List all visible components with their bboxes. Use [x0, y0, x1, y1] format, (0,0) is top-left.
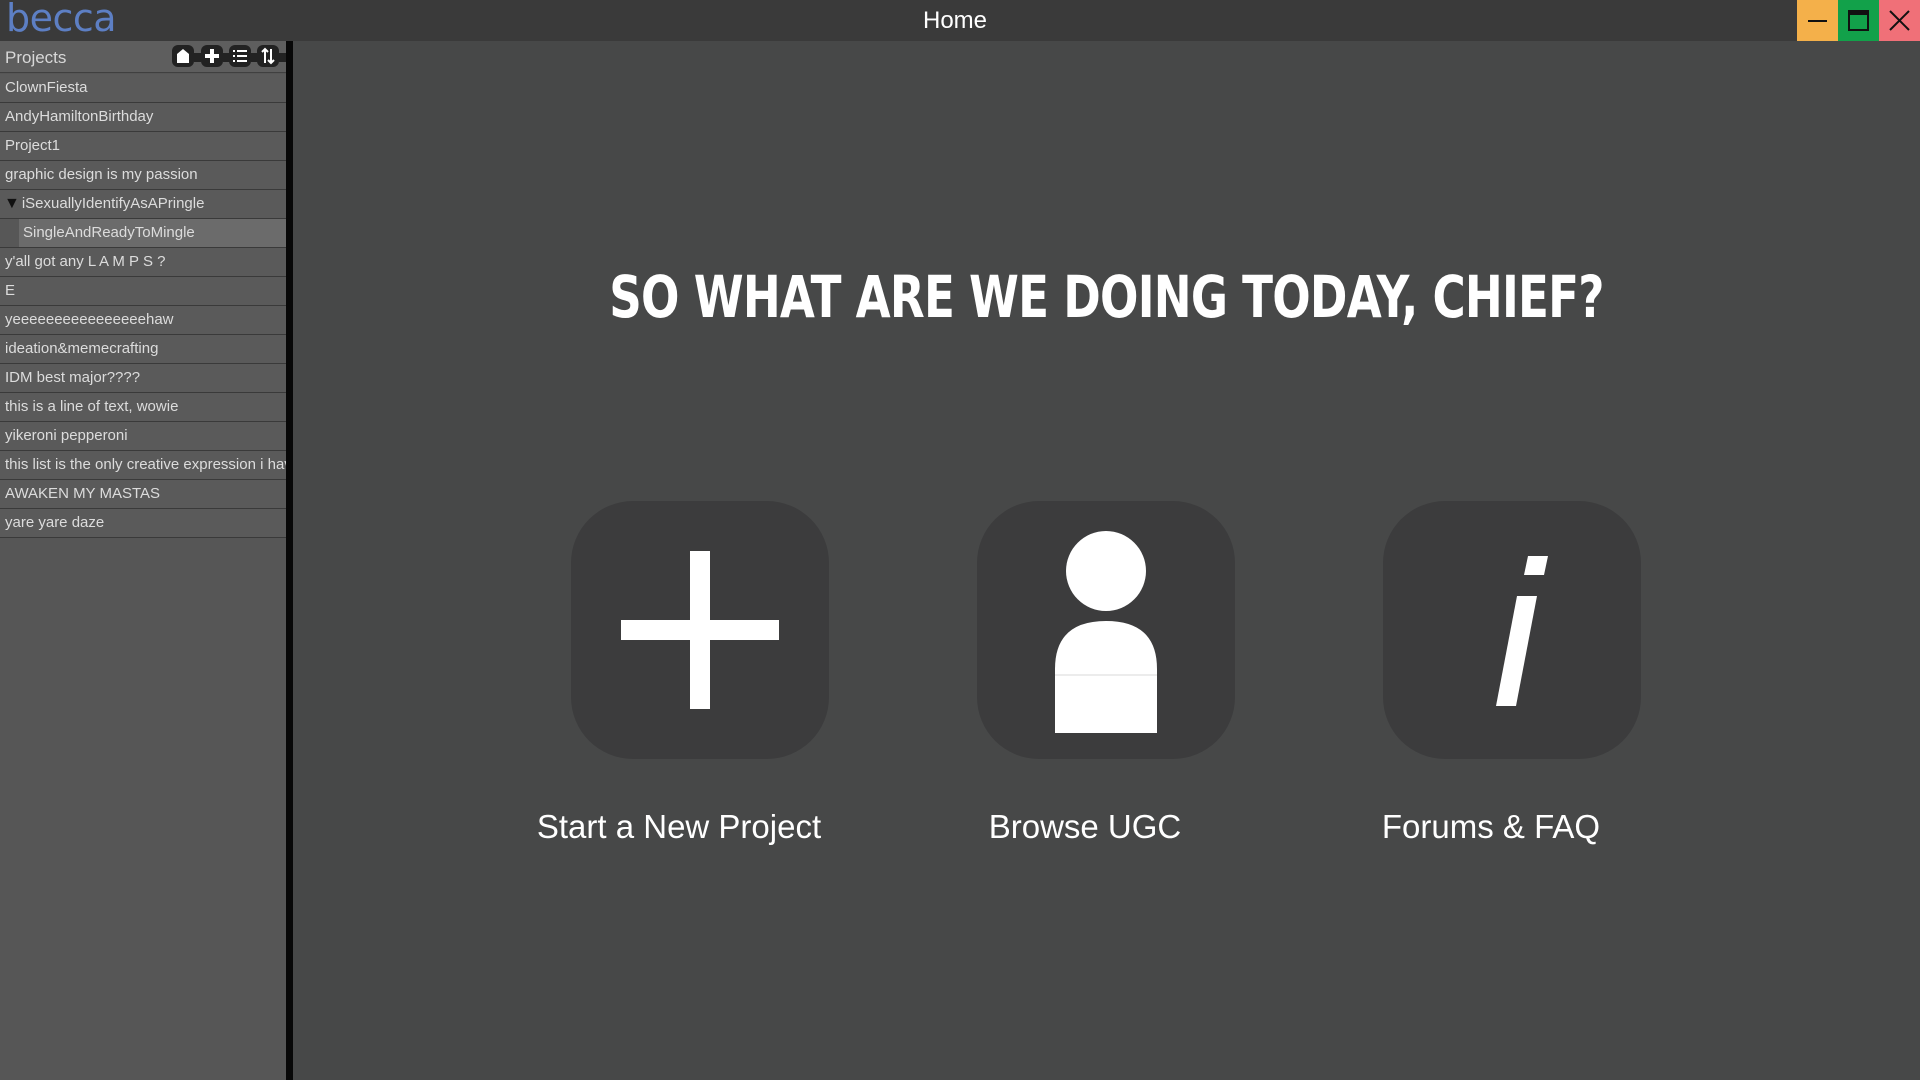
minimize-icon [1808, 20, 1827, 22]
project-item-label: graphic design is my passion [5, 166, 198, 183]
project-folder-expanded[interactable]: ▼ iSexuallyIdentifyAsAPringle [0, 190, 286, 219]
project-item-label: y'all got any L A M P S ? [5, 253, 166, 270]
project-item-label: yare yare daze [5, 514, 105, 531]
toolbar-separator [194, 53, 201, 62]
minimize-button[interactable] [1797, 0, 1838, 41]
action-label: Forums & FAQ [1381, 808, 1601, 845]
project-item[interactable]: graphic design is my passion [0, 161, 286, 190]
user-icon [1055, 531, 1157, 733]
add-project-button[interactable] [201, 45, 223, 67]
project-item-label: yikeroni pepperoni [5, 427, 128, 444]
plus-icon [621, 551, 779, 709]
project-item-label: iSexuallyIdentifyAsAPringle [21, 195, 205, 212]
project-item-label: this list is the only creative expressio… [5, 456, 286, 473]
project-item-label: AWAKEN MY MASTAS [5, 485, 161, 502]
app-logo: becca [6, 0, 117, 40]
action-label: Browse UGC [988, 808, 1182, 845]
maximize-icon [1848, 10, 1869, 31]
list-icon [233, 50, 247, 62]
close-button[interactable] [1879, 0, 1920, 41]
sidebar-resize-handle[interactable] [286, 41, 293, 1080]
action-tile[interactable] [571, 501, 829, 759]
plus-icon [205, 49, 219, 63]
project-item-label: yeeeeeeeeeeeeeeeehaw [5, 311, 174, 328]
list-view-button[interactable] [229, 45, 251, 67]
project-item[interactable]: this is a line of text, wowie [0, 393, 286, 422]
project-item[interactable]: yikeroni pepperoni [0, 422, 286, 451]
info-icon [1496, 556, 1548, 706]
window-title: Home [922, 7, 988, 34]
project-item[interactable]: AWAKEN MY MASTAS [0, 480, 286, 509]
project-item[interactable]: yeeeeeeeeeeeeeeeehaw [0, 306, 286, 335]
sort-icon [261, 47, 275, 65]
project-item[interactable]: E [0, 277, 286, 306]
project-item[interactable]: y'all got any L A M P S ? [0, 248, 286, 277]
title-bar: becca Home [0, 0, 1920, 41]
project-item-label: AndyHamiltonBirthday [5, 108, 154, 125]
project-item[interactable]: ideation&memecrafting [0, 335, 286, 364]
project-item-label: Project1 [5, 137, 61, 154]
home-main: SO WHAT ARE WE DOING TODAY, CHIEF? Start… [293, 41, 1920, 1080]
home-button[interactable] [172, 45, 194, 67]
forums-faq-button[interactable]: Forums & FAQ [1341, 501, 1641, 845]
sidebar-toolbar [172, 45, 286, 69]
action-label: Start a New Project [536, 808, 822, 845]
project-item-label: ClownFiesta [5, 79, 88, 96]
start-new-project-button[interactable]: Start a New Project [529, 501, 829, 845]
sort-button[interactable] [257, 45, 279, 67]
project-item-label: SingleAndReadyToMingle [23, 224, 195, 241]
project-item[interactable]: ClownFiesta [0, 74, 286, 103]
project-item-label: ideation&memecrafting [5, 340, 159, 357]
project-item[interactable]: this list is the only creative expressio… [0, 451, 286, 480]
close-icon [1889, 10, 1910, 31]
project-item[interactable]: yare yare daze [0, 509, 286, 538]
project-item-label: IDM best major???? [5, 369, 141, 386]
maximize-button[interactable] [1838, 0, 1879, 41]
indent-marker [0, 219, 19, 247]
caret-down-icon[interactable]: ▼ [4, 190, 20, 218]
project-item-label: this is a line of text, wowie [5, 398, 179, 415]
sidebar-title: Projects [5, 48, 67, 67]
toolbar-separator [279, 53, 286, 62]
project-item[interactable]: IDM best major???? [0, 364, 286, 393]
action-tile[interactable] [977, 501, 1235, 759]
home-icon [177, 49, 189, 63]
project-item-label: E [5, 282, 16, 299]
sidebar-header: Projects [0, 41, 286, 73]
project-sidebar: Projects ClownFiesta AndyHamiltonBirthda… [0, 41, 286, 1080]
action-tile[interactable] [1383, 501, 1641, 759]
project-subitem[interactable]: SingleAndReadyToMingle [0, 219, 286, 248]
project-list: ClownFiesta AndyHamiltonBirthday Project… [0, 74, 286, 538]
page-headline: SO WHAT ARE WE DOING TODAY, CHIEF? [609, 263, 1604, 331]
project-item[interactable]: Project1 [0, 132, 286, 161]
browse-ugc-button[interactable]: Browse UGC [935, 501, 1235, 845]
project-item[interactable]: AndyHamiltonBirthday [0, 103, 286, 132]
